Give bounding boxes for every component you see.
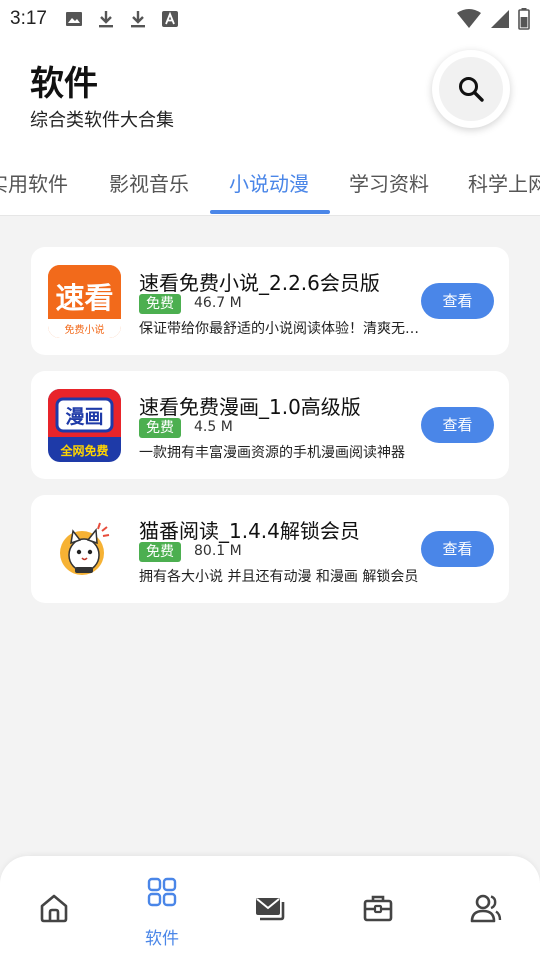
wifi-icon [457, 9, 481, 28]
app-card[interactable]: 漫画 全网免费 速看免费漫画_1.0高级版 免费 4.5 M 一款拥有丰富漫画资… [31, 371, 509, 479]
bottom-navigation: 软件 [0, 856, 540, 960]
view-button[interactable]: 查看 [421, 283, 494, 319]
download-icon [98, 11, 113, 28]
tab-video-music[interactable]: 影视音乐 [109, 168, 189, 197]
app-card[interactable]: 速看 免费小说 速看免费小说_2.2.6会员版 免费 46.7 M 保证带给你最… [31, 247, 509, 355]
free-badge: 免费 [139, 418, 181, 438]
active-tab-indicator [210, 210, 330, 214]
home-icon [40, 894, 68, 923]
users-icon [470, 894, 502, 923]
app-icon-subtext: 免费小说 [65, 323, 105, 336]
app-description: 一款拥有丰富漫画资源的手机漫画阅读神器 [139, 445, 405, 461]
system-icons [456, 8, 530, 30]
image-icon [65, 12, 82, 26]
app-icon-text: 速看 [55, 281, 113, 315]
app-description: 保证带给你最舒适的小说阅读体验！清爽无广告 [139, 321, 421, 337]
status-bar: 3:17 [0, 0, 540, 38]
app-description: 拥有各大小说 并且还有动漫 和漫画 解锁会员 [139, 569, 419, 585]
app-size: 4.5 M [194, 419, 233, 435]
free-badge: 免费 [139, 542, 181, 562]
battery-icon [518, 8, 530, 30]
grid-apps-icon [147, 877, 177, 907]
cell-signal-icon [491, 10, 509, 28]
nav-messages[interactable] [216, 856, 324, 960]
app-notification-icon [161, 11, 178, 27]
search-button[interactable] [432, 50, 510, 128]
nav-software[interactable]: 软件 [108, 856, 216, 960]
download-icon [130, 11, 145, 28]
toolbox-icon [363, 895, 393, 922]
app-icon-maofan-cat [48, 513, 121, 586]
search-icon [459, 77, 484, 102]
app-name: 速看免费小说_2.2.6会员版 [139, 271, 380, 295]
app-icon-sukan-novel: 速看 免费小说 [48, 265, 121, 338]
app-name: 猫番阅读_1.4.4解锁会员 [139, 519, 360, 543]
nav-users[interactable] [432, 856, 540, 960]
page-subtitle: 综合类软件大合集 [30, 110, 174, 131]
page-title: 软件 [30, 64, 98, 104]
app-size: 80.1 M [194, 543, 242, 559]
nav-label: 软件 [145, 929, 179, 949]
tab-novel-anime[interactable]: 小说动漫 [229, 168, 309, 197]
app-size: 46.7 M [194, 295, 242, 311]
nav-toolbox[interactable] [324, 856, 432, 960]
nav-home[interactable] [0, 856, 108, 960]
tab-study-materials[interactable]: 学习资料 [349, 168, 429, 197]
app-icon-subtext: 全网免费 [59, 443, 108, 458]
notification-icons [65, 10, 179, 28]
search-button-inner [439, 57, 503, 121]
header: 软件 综合类软件大合集 实用软件 影视音乐 小说动漫 学习资料 科学上网 [0, 38, 540, 216]
tab-utilities[interactable]: 实用软件 [0, 168, 68, 197]
mail-icon [256, 898, 285, 921]
status-time: 3:17 [10, 8, 47, 29]
app-icon-text: 漫画 [65, 406, 103, 428]
app-card[interactable]: 猫番阅读_1.4.4解锁会员 免费 80.1 M 拥有各大小说 并且还有动漫 和… [31, 495, 509, 603]
app-name: 速看免费漫画_1.0高级版 [139, 395, 361, 419]
view-button[interactable]: 查看 [421, 407, 494, 443]
view-button[interactable]: 查看 [421, 531, 494, 567]
tab-science-internet[interactable]: 科学上网 [468, 168, 540, 197]
free-badge: 免费 [139, 294, 181, 314]
app-icon-sukan-comic: 漫画 全网免费 [48, 389, 121, 462]
category-tabs: 实用软件 影视音乐 小说动漫 学习资料 科学上网 [0, 164, 540, 216]
